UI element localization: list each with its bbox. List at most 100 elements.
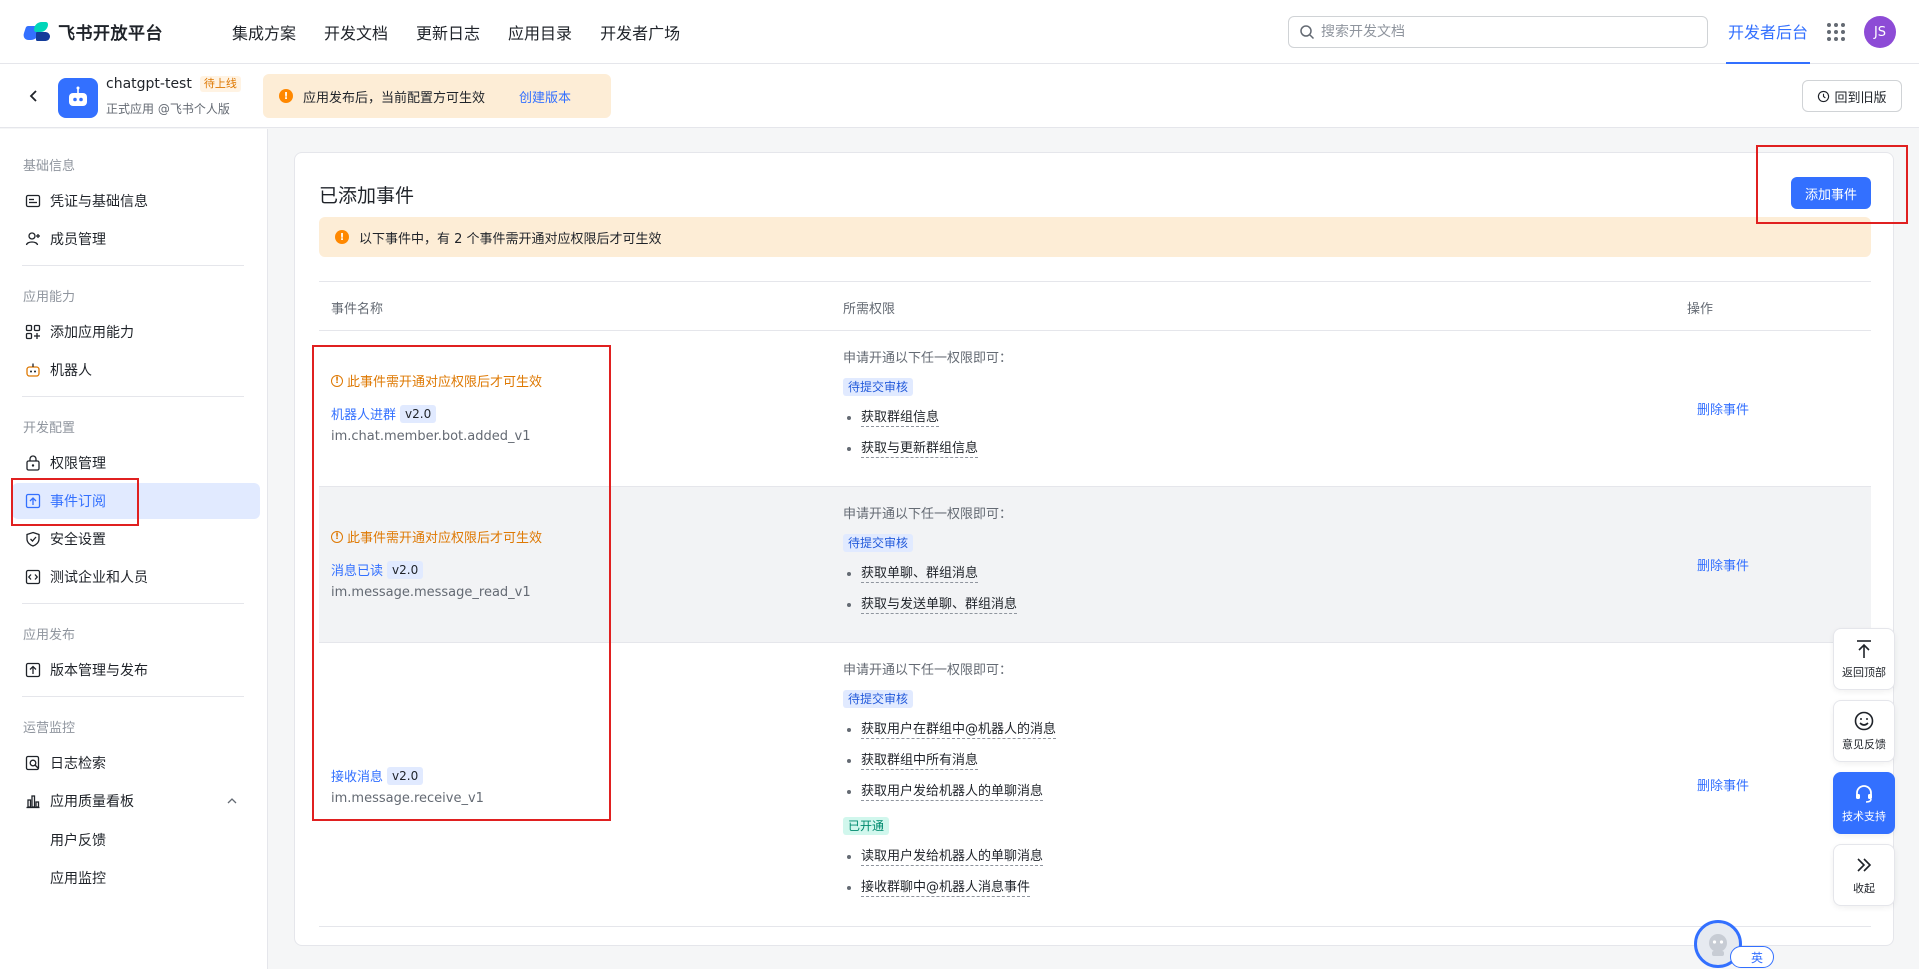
sidebar-item-label: 安全设置 [50, 532, 106, 548]
divider [22, 696, 244, 697]
back-button[interactable] [22, 84, 46, 108]
permission-text[interactable]: 获取与发送单聊、群组消息 [861, 596, 1018, 614]
sidebar-item-label: 机器人 [50, 363, 92, 379]
chevron-up-icon[interactable] [226, 795, 238, 807]
log-search-icon [24, 754, 42, 772]
permission-text[interactable]: 获取用户在群组中@机器人的消息 [861, 721, 1057, 739]
divider [22, 265, 244, 266]
upload-icon [24, 661, 42, 679]
tag-enabled: 已开通 [843, 817, 890, 835]
annotation-box-events [312, 345, 611, 821]
sidebar-sub-app-monitor[interactable]: 应用监控 [50, 868, 106, 888]
permission-item[interactable]: 获取与更新群组信息 [847, 440, 979, 458]
warning-icon: ! [279, 89, 293, 103]
sidebar-item-bot[interactable]: 机器人 [12, 352, 260, 388]
permission-item[interactable]: 获取用户在群组中@机器人的消息 [847, 721, 1057, 739]
sidebar-item-label: 权限管理 [50, 456, 106, 472]
annotation-box-sidebar [11, 478, 139, 526]
feedback-button[interactable]: 意见反馈 [1833, 700, 1895, 762]
sidebar-item-label: 成员管理 [50, 232, 106, 248]
sidebar-item-label: 应用质量看板 [50, 794, 134, 810]
group-title-ability: 应用能力 [23, 290, 76, 305]
back-to-old-version-button[interactable]: 回到旧版 [1802, 80, 1902, 112]
arrow-up-icon [1857, 640, 1871, 658]
feishu-logo-icon [21, 20, 52, 44]
page-title: 已添加事件 [319, 185, 415, 207]
permission-text[interactable]: 获取用户发给机器人的单聊消息 [861, 783, 1044, 801]
sidebar-sub-user-feedback[interactable]: 用户反馈 [50, 830, 106, 850]
permission-item[interactable]: 获取单聊、群组消息 [847, 565, 979, 583]
lock-icon [24, 454, 42, 472]
sidebar-item-label: 测试企业和人员 [50, 570, 148, 586]
permission-item[interactable]: 接收群聊中@机器人消息事件 [847, 879, 1031, 897]
history-icon [1818, 90, 1830, 102]
tech-support-label: 技术支持 [1842, 810, 1886, 823]
sidebar-item-label: 日志检索 [50, 756, 106, 772]
collapse-label: 收起 [1853, 882, 1875, 895]
add-ability-icon [24, 323, 42, 341]
credential-icon [24, 192, 42, 210]
back-to-top-button[interactable]: 返回顶部 [1833, 628, 1895, 690]
bar-chart-icon [24, 792, 42, 810]
create-version-link[interactable]: 创建版本 [519, 87, 571, 106]
back-to-top-label: 返回顶部 [1842, 666, 1886, 679]
smile-icon [1854, 711, 1874, 731]
chevron-left-icon [29, 90, 37, 102]
permission-text[interactable]: 读取用户发给机器人的单聊消息 [861, 848, 1044, 866]
sidebar-item-add-ability[interactable]: 添加应用能力 [12, 314, 260, 350]
permission-text[interactable]: 获取与更新群组信息 [861, 440, 979, 458]
app-name: chatgpt-test 待上线 [106, 76, 241, 92]
tag-pending-review: 待提交审核 [843, 378, 914, 396]
delete-event-link[interactable]: 删除事件 [1697, 775, 1749, 794]
column-event-name: 事件名称 [331, 302, 384, 317]
group-title-monitoring: 运营监控 [23, 721, 76, 736]
permission-item[interactable]: 获取群组信息 [847, 409, 940, 427]
permission-item[interactable]: 获取与发送单聊、群组消息 [847, 596, 1018, 614]
nav-developer-plaza[interactable]: 开发者广场 [600, 20, 680, 44]
language-toggle[interactable]: 英 [1730, 946, 1774, 968]
divider [22, 396, 244, 397]
permission-item[interactable]: 获取用户发给机器人的单聊消息 [847, 783, 1044, 801]
brand[interactable]: 飞书开放平台 [21, 19, 208, 44]
developer-console-tab[interactable]: 开发者后台 [1726, 0, 1811, 64]
warning-icon: ! [335, 230, 349, 244]
tech-support-button[interactable]: 技术支持 [1833, 772, 1895, 834]
doc-search[interactable] [1288, 16, 1708, 48]
permission-text[interactable]: 获取群组中所有消息 [861, 752, 979, 770]
app-subtitle: 正式应用 @飞书个人版 [106, 102, 230, 116]
sidebar-item-version-release[interactable]: 版本管理与发布 [12, 652, 260, 688]
code-icon [24, 568, 42, 586]
sidebar-item-label: 添加应用能力 [50, 325, 134, 341]
permission-text[interactable]: 获取单聊、群组消息 [861, 565, 979, 583]
user-avatar[interactable]: JS [1864, 16, 1896, 48]
app-name-text: chatgpt-test [106, 76, 192, 92]
sidebar: 基础信息 凭证与基础信息 成员管理 应用能力 添加应用能力 机器人 开发配置 权… [0, 129, 268, 969]
permission-text[interactable]: 获取群组信息 [861, 409, 940, 427]
nav-docs[interactable]: 开发文档 [324, 20, 388, 44]
permission-text[interactable]: 接收群聊中@机器人消息事件 [861, 879, 1031, 897]
sidebar-item-security[interactable]: 安全设置 [12, 521, 260, 557]
nav-app-directory[interactable]: 应用目录 [508, 20, 572, 44]
search-input[interactable] [1321, 24, 1681, 40]
nav-integration[interactable]: 集成方案 [232, 20, 296, 44]
sidebar-item-permissions[interactable]: 权限管理 [12, 445, 260, 481]
permission-item[interactable]: 读取用户发给机器人的单聊消息 [847, 848, 1044, 866]
delete-event-link[interactable]: 删除事件 [1697, 555, 1749, 574]
sidebar-item-quality-board[interactable]: 应用质量看板 [12, 783, 260, 819]
notice-text: 以下事件中，有 2 个事件需开通对应权限后才可生效 [359, 231, 662, 247]
sidebar-item-members[interactable]: 成员管理 [12, 221, 260, 257]
headset-icon [1856, 785, 1872, 803]
delete-event-link[interactable]: 删除事件 [1697, 399, 1749, 418]
publish-tip-text: 应用发布后，当前配置方可生效 [303, 90, 486, 106]
member-icon [24, 230, 42, 248]
sidebar-item-test-org[interactable]: 测试企业和人员 [12, 559, 260, 595]
column-permissions: 所需权限 [843, 302, 896, 317]
tag-pending-review: 待提交审核 [843, 690, 914, 708]
sidebar-item-credentials[interactable]: 凭证与基础信息 [12, 183, 260, 219]
apps-grid-icon[interactable] [1827, 23, 1845, 41]
permission-item[interactable]: 获取群组中所有消息 [847, 752, 979, 770]
brand-name: 飞书开放平台 [58, 24, 163, 44]
sidebar-item-log-search[interactable]: 日志检索 [12, 745, 260, 781]
collapse-button[interactable]: 收起 [1833, 844, 1895, 906]
nav-changelog[interactable]: 更新日志 [416, 20, 480, 44]
